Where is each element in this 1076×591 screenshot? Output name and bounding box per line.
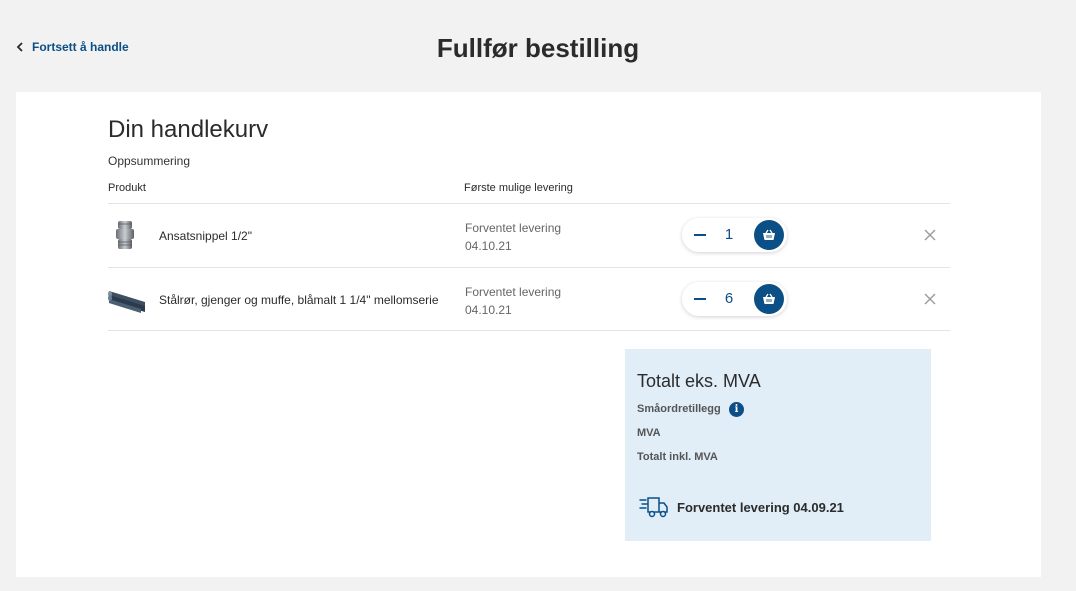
remove-item-icon[interactable] bbox=[923, 292, 937, 306]
product-name[interactable]: Ansatsnippel 1/2" bbox=[159, 229, 252, 243]
quantity-stepper: 1 bbox=[682, 218, 787, 252]
decrease-quantity-button[interactable] bbox=[688, 287, 712, 311]
delivery-date: 04.10.21 bbox=[465, 303, 512, 317]
total-incl-vat-label: Totalt inkl. MVA bbox=[637, 451, 718, 463]
delivery-truck-icon bbox=[639, 497, 668, 518]
totals-panel: Totalt eks. MVA Småordretillegg i MVA To… bbox=[625, 349, 931, 541]
totals-title: Totalt eks. MVA bbox=[637, 371, 761, 391]
delivery-info: Forventet levering 04.10.21 bbox=[465, 219, 561, 255]
quantity-value[interactable]: 1 bbox=[716, 226, 742, 243]
column-header-product: Produkt bbox=[108, 182, 146, 194]
product-name[interactable]: Stålrør, gjenger og muffe, blåmalt 1 1/4… bbox=[159, 293, 439, 307]
add-to-basket-button[interactable] bbox=[754, 284, 784, 314]
quantity-stepper: 6 bbox=[682, 282, 787, 316]
delivery-info: Forventet levering 04.10.21 bbox=[465, 283, 561, 319]
cart-heading: Din handlekurv bbox=[108, 116, 269, 143]
steel-pipes-image bbox=[108, 291, 145, 313]
decrease-quantity-button[interactable] bbox=[688, 223, 712, 247]
cart-row: Stålrør, gjenger og muffe, blåmalt 1 1/4… bbox=[108, 268, 950, 331]
cart-row: Ansatsnippel 1/2" Forventet levering 04.… bbox=[108, 204, 950, 267]
summary-label: Oppsummering bbox=[108, 154, 191, 168]
info-icon[interactable]: i bbox=[729, 402, 744, 417]
cart-card: Din handlekurv Oppsummering Produkt Førs… bbox=[16, 92, 1041, 577]
delivery-label: Forventet levering bbox=[465, 285, 562, 299]
pipe-nipple-image bbox=[116, 221, 134, 249]
vat-label: MVA bbox=[637, 427, 661, 439]
basket-icon bbox=[763, 229, 775, 240]
divider bbox=[108, 330, 950, 331]
delivery-date: 04.10.21 bbox=[465, 239, 512, 253]
minus-icon bbox=[694, 234, 706, 236]
page-title: Fullfør bestilling bbox=[436, 33, 640, 63]
column-header-delivery: Første mulige levering bbox=[464, 182, 573, 194]
small-order-fee-label: Småordretillegg bbox=[637, 403, 721, 415]
expected-delivery-text: Forventet levering 04.09.21 bbox=[677, 500, 844, 515]
remove-item-icon[interactable] bbox=[923, 228, 937, 242]
add-to-basket-button[interactable] bbox=[754, 220, 784, 250]
delivery-label: Forventet levering bbox=[465, 221, 562, 235]
minus-icon bbox=[694, 298, 706, 300]
quantity-value[interactable]: 6 bbox=[716, 290, 742, 307]
basket-icon bbox=[763, 293, 775, 304]
